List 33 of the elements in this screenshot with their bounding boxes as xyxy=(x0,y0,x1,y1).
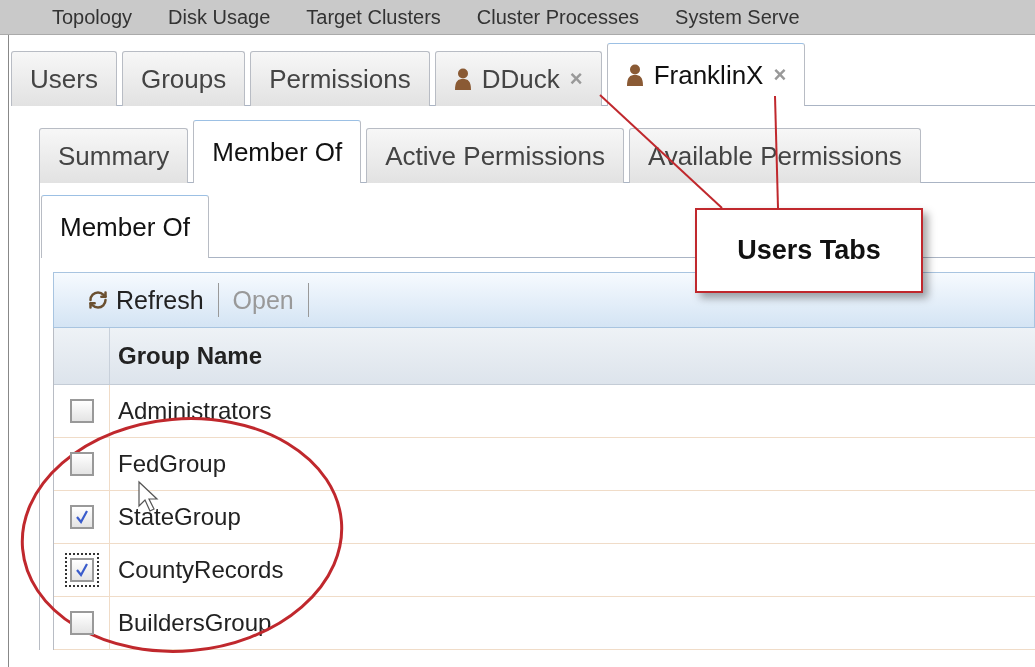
table-cell: BuildersGroup xyxy=(118,609,272,637)
tab-label: Groups xyxy=(140,63,227,95)
tab[interactable]: Users xyxy=(11,51,117,106)
tab-label: Permissions xyxy=(269,63,411,95)
tab-label: Users xyxy=(30,63,98,95)
tab-label: DDuck xyxy=(481,63,560,95)
tab[interactable]: Permissions xyxy=(250,51,430,106)
panel-tab[interactable]: Member Of xyxy=(41,195,210,258)
menu-item[interactable]: Cluster Processes xyxy=(476,5,640,29)
check-icon xyxy=(74,563,89,577)
menu-item[interactable]: Disk Usage xyxy=(168,5,271,29)
tab[interactable]: FranklinX × xyxy=(606,43,806,106)
table-cell: Administrators xyxy=(118,397,272,425)
checkbox[interactable] xyxy=(64,553,99,587)
menu-item[interactable]: System Serve xyxy=(675,5,800,29)
toolbar-button[interactable]: Refresh xyxy=(74,285,218,315)
user-icon xyxy=(453,68,472,90)
callout-label: Users Tabs xyxy=(695,208,923,293)
tab[interactable]: Member Of xyxy=(193,120,362,183)
check-icon xyxy=(74,510,89,524)
table-cell: CountyRecords xyxy=(118,556,284,584)
tab-label: FranklinX xyxy=(653,59,764,91)
tab[interactable]: DDuck × xyxy=(434,51,602,106)
refresh-icon xyxy=(88,290,108,310)
column-header[interactable]: Group Name xyxy=(110,328,263,384)
menu-item[interactable]: Target Clusters xyxy=(306,5,441,29)
menu-item[interactable]: Topology xyxy=(52,5,133,29)
table-cell: StateGroup xyxy=(118,503,241,531)
table-cell: FedGroup xyxy=(118,450,227,478)
tab[interactable]: Active Permissions xyxy=(366,128,624,183)
user-icon xyxy=(625,64,644,86)
tab[interactable]: Groups xyxy=(121,51,246,106)
tab[interactable]: Summary xyxy=(39,128,189,183)
